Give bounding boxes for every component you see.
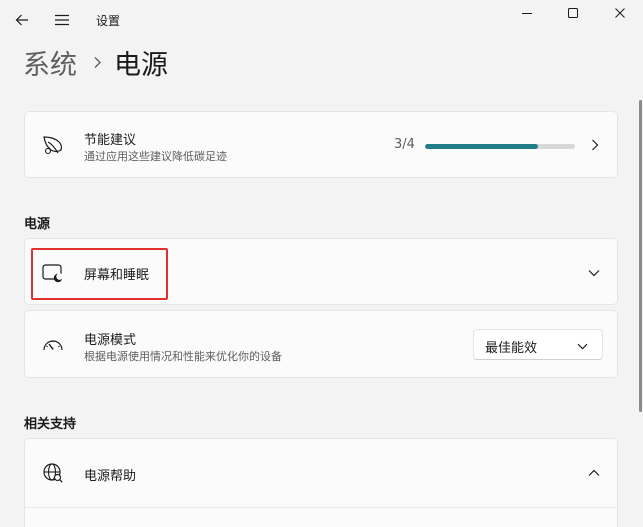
- leaf-icon: [42, 134, 64, 156]
- progress-bar: [425, 144, 575, 149]
- power-mode-title: 电源模式: [84, 333, 137, 348]
- screen-sleep-icon: [42, 262, 64, 284]
- breadcrumb-parent-link[interactable]: 系统: [23, 43, 77, 82]
- section-label-related: 相关支持: [24, 417, 77, 432]
- maximize-button[interactable]: [550, 0, 596, 26]
- chevron-right-icon: [588, 138, 602, 152]
- close-button[interactable]: [597, 0, 643, 26]
- chevron-right-icon: [93, 56, 102, 69]
- menu-icon[interactable]: [52, 10, 72, 30]
- progress-bar-fill: [425, 144, 538, 149]
- back-arrow-icon[interactable]: [12, 10, 32, 30]
- scrollbar[interactable]: [639, 100, 643, 412]
- divider: [25, 507, 617, 508]
- energy-recommendations-card[interactable]: 节能建议 通过应用这些建议降低碳足迹 3/4: [24, 111, 618, 178]
- section-label-power: 电源: [24, 217, 51, 232]
- power-mode-subtitle: 根据电源使用情况和性能来优化你的设备: [84, 350, 282, 363]
- screen-sleep-title: 屏幕和睡眠: [84, 268, 150, 283]
- scrollbar-thumb[interactable]: [639, 100, 642, 412]
- title-bar: 设置: [0, 0, 643, 40]
- energy-title: 节能建议: [84, 133, 137, 148]
- chevron-up-icon[interactable]: [587, 466, 601, 480]
- breadcrumb: 系统 电源: [23, 42, 168, 82]
- power-mode-select[interactable]: 最佳能效: [473, 329, 603, 360]
- chevron-down-icon: [576, 340, 588, 352]
- page-title: 电源: [114, 49, 168, 81]
- energy-subtitle: 通过应用这些建议降低碳足迹: [84, 150, 227, 163]
- app-title: 设置: [96, 14, 121, 28]
- minimize-button[interactable]: [504, 0, 550, 26]
- chevron-down-icon[interactable]: [587, 266, 601, 280]
- power-help-title: 电源帮助: [84, 469, 137, 484]
- gauge-icon: [42, 334, 64, 356]
- power-help-expander[interactable]: 电源帮助: [24, 438, 618, 527]
- progress-text: 3/4: [394, 137, 415, 152]
- globe-search-icon: [42, 462, 64, 484]
- screen-sleep-expander[interactable]: 屏幕和睡眠: [24, 238, 618, 305]
- power-mode-card: 电源模式 根据电源使用情况和性能来优化你的设备 最佳能效: [24, 310, 618, 378]
- power-mode-selected: 最佳能效: [485, 341, 538, 356]
